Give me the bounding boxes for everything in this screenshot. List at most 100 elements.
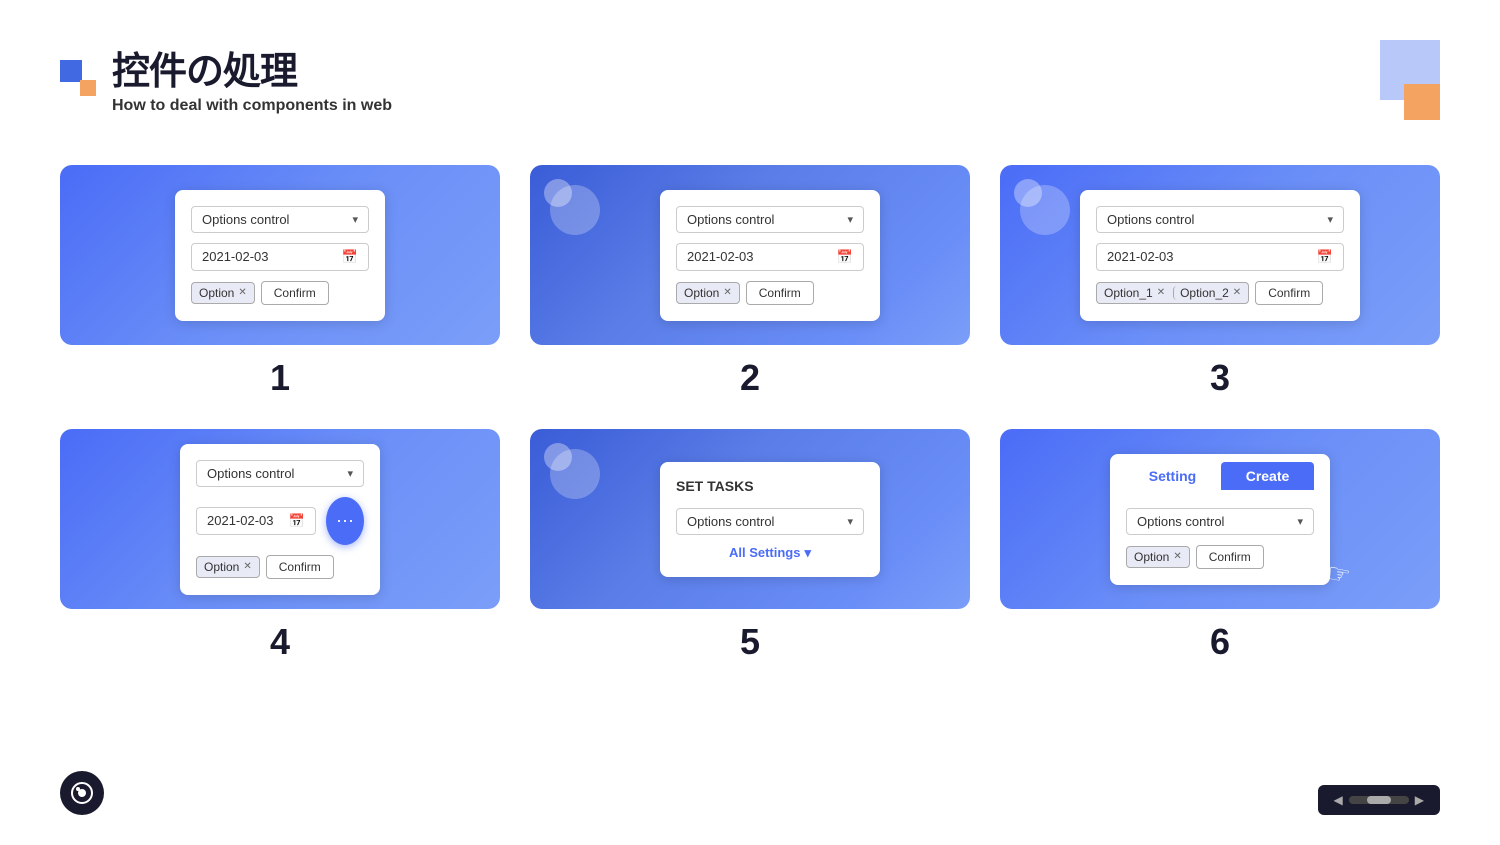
card4-date-value: 2021-02-03 xyxy=(207,513,274,528)
card-wrapper-3: Options control ▾ 2021-02-03 📅 Option_1 … xyxy=(1000,165,1440,399)
card5-circle-sm-deco xyxy=(544,443,572,471)
card1-date-value: 2021-02-03 xyxy=(202,249,269,264)
card2-circle-sm-deco xyxy=(544,179,572,207)
card6-tag-row: Option ✕ Confirm xyxy=(1126,545,1314,569)
card6-chevron-icon: ▾ xyxy=(1297,515,1303,528)
card3-select-label: Options control xyxy=(1107,212,1194,227)
card5-panel: SET TASKS Options control ▾ All Settings… xyxy=(660,462,880,577)
card3-tag1[interactable]: Option_1 ✕ xyxy=(1104,286,1165,300)
header-logo xyxy=(60,60,96,96)
card5-chevron-icon: ▾ xyxy=(847,515,853,528)
card3-tag1-label: Option_1 xyxy=(1104,286,1153,300)
scrollbar-element: ◀ ▶ xyxy=(1318,785,1440,815)
card3-tag2-remove-icon[interactable]: ✕ xyxy=(1233,287,1241,298)
card4-tag-row: Option ✕ Confirm xyxy=(196,555,364,579)
card6-tag[interactable]: Option ✕ xyxy=(1126,546,1190,568)
card2-tag-remove-icon[interactable]: ✕ xyxy=(723,287,731,298)
card2-date[interactable]: 2021-02-03 📅 xyxy=(676,243,864,271)
card-1: Options control ▾ 2021-02-03 📅 Option ✕ … xyxy=(60,165,500,345)
page-subtitle: How to deal with components in web xyxy=(112,97,392,115)
card6-tab-setting[interactable]: Setting xyxy=(1126,462,1219,490)
card1-chevron-icon: ▾ xyxy=(352,213,358,226)
card5-chevron-down-icon: ▾ xyxy=(804,545,811,561)
card6-tag-label: Option xyxy=(1134,550,1169,564)
card4-action-button[interactable]: ··· xyxy=(326,497,364,545)
card4-panel: Options control ▾ 2021-02-03 📅 ··· Optio… xyxy=(180,444,380,595)
card6-panel: Setting Create Options control ▾ Option … xyxy=(1110,454,1330,585)
card3-panel: Options control ▾ 2021-02-03 📅 Option_1 … xyxy=(1080,190,1360,321)
card5-select-label: Options control xyxy=(687,514,774,529)
card1-tag-row: Option ✕ Confirm xyxy=(191,281,369,305)
scroll-left-arrow: ◀ xyxy=(1334,793,1343,807)
card2-select[interactable]: Options control ▾ xyxy=(676,206,864,233)
card1-tag-remove-icon[interactable]: ✕ xyxy=(238,287,246,298)
card3-tag-row: Option_1 ✕ Option_2 ✕ Confirm xyxy=(1096,281,1344,305)
card2-tag[interactable]: Option ✕ xyxy=(676,282,740,304)
card-5: SET TASKS Options control ▾ All Settings… xyxy=(530,429,970,609)
card4-chevron-icon: ▾ xyxy=(347,467,353,480)
page-title: 控件の処理 xyxy=(112,40,392,95)
card2-calendar-icon: 📅 xyxy=(837,249,853,265)
card5-select[interactable]: Options control ▾ xyxy=(676,508,864,535)
card1-select-label: Options control xyxy=(202,212,289,227)
card1-number: 1 xyxy=(270,357,290,399)
card6-number: 6 xyxy=(1210,621,1230,663)
card3-select[interactable]: Options control ▾ xyxy=(1096,206,1344,233)
logo-icon xyxy=(70,781,94,805)
card5-all-settings-label: All Settings xyxy=(729,545,801,560)
card6-tab-create[interactable]: Create xyxy=(1221,462,1314,490)
card3-tag2[interactable]: Option_2 ✕ xyxy=(1173,286,1241,300)
card6-tag-remove-icon[interactable]: ✕ xyxy=(1173,551,1181,562)
card6-content: Setting Create Options control ▾ Option … xyxy=(1110,454,1330,585)
card3-number: 3 xyxy=(1210,357,1230,399)
deco-orange-rect xyxy=(1404,84,1440,120)
card1-confirm-button[interactable]: Confirm xyxy=(261,281,329,305)
bottom-right-decoration: ◀ ▶ xyxy=(1318,785,1440,815)
page-header: 控件の処理 How to deal with components in web xyxy=(60,40,392,115)
card-wrapper-6: Setting Create Options control ▾ Option … xyxy=(1000,429,1440,663)
card1-tag[interactable]: Option ✕ xyxy=(191,282,255,304)
card3-chevron-icon: ▾ xyxy=(1327,213,1333,226)
card4-date-row: 2021-02-03 📅 ··· xyxy=(196,497,364,545)
card4-date[interactable]: 2021-02-03 📅 xyxy=(196,507,316,535)
logo-blue-square xyxy=(60,60,82,82)
card-wrapper-1: Options control ▾ 2021-02-03 📅 Option ✕ … xyxy=(60,165,500,399)
card6-select[interactable]: Options control ▾ xyxy=(1126,508,1314,535)
cards-grid: Options control ▾ 2021-02-03 📅 Option ✕ … xyxy=(60,165,1440,663)
cursor-icon: ☞ xyxy=(1324,557,1352,592)
card4-select-label: Options control xyxy=(207,466,294,481)
card2-confirm-button[interactable]: Confirm xyxy=(746,281,814,305)
card-wrapper-5: SET TASKS Options control ▾ All Settings… xyxy=(530,429,970,663)
card4-dots-icon: ··· xyxy=(336,510,354,531)
card5-tasks-label: SET TASKS xyxy=(676,478,864,494)
scroll-track xyxy=(1349,796,1409,804)
card2-number: 2 xyxy=(740,357,760,399)
card3-date[interactable]: 2021-02-03 📅 xyxy=(1096,243,1344,271)
card-wrapper-4: Options control ▾ 2021-02-03 📅 ··· Optio… xyxy=(60,429,500,663)
card6-confirm-button[interactable]: Confirm xyxy=(1196,545,1264,569)
card4-tag-label: Option xyxy=(204,560,239,574)
card2-tag-row: Option ✕ Confirm xyxy=(676,281,864,305)
card3-confirm-button[interactable]: Confirm xyxy=(1255,281,1323,305)
card-wrapper-2: Options control ▾ 2021-02-03 📅 Option ✕ … xyxy=(530,165,970,399)
card5-number: 5 xyxy=(740,621,760,663)
card4-tag-remove-icon[interactable]: ✕ xyxy=(243,561,251,572)
card2-panel: Options control ▾ 2021-02-03 📅 Option ✕ … xyxy=(660,190,880,321)
card4-select[interactable]: Options control ▾ xyxy=(196,460,364,487)
card4-confirm-button[interactable]: Confirm xyxy=(266,555,334,579)
card-3: Options control ▾ 2021-02-03 📅 Option_1 … xyxy=(1000,165,1440,345)
scroll-right-arrow: ▶ xyxy=(1415,793,1424,807)
scroll-thumb xyxy=(1367,796,1391,804)
card5-all-settings[interactable]: All Settings ▾ xyxy=(676,545,864,561)
header-text: 控件の処理 How to deal with components in web xyxy=(112,40,392,115)
card-4: Options control ▾ 2021-02-03 📅 ··· Optio… xyxy=(60,429,500,609)
card1-select[interactable]: Options control ▾ xyxy=(191,206,369,233)
card1-tag-label: Option xyxy=(199,286,234,300)
card4-number: 4 xyxy=(270,621,290,663)
card6-select-label: Options control xyxy=(1137,514,1224,529)
bottom-logo xyxy=(60,771,104,815)
card3-tag1-remove-icon[interactable]: ✕ xyxy=(1157,287,1165,298)
card3-circle-sm-deco xyxy=(1014,179,1042,207)
card1-date[interactable]: 2021-02-03 📅 xyxy=(191,243,369,271)
card4-tag[interactable]: Option ✕ xyxy=(196,556,260,578)
